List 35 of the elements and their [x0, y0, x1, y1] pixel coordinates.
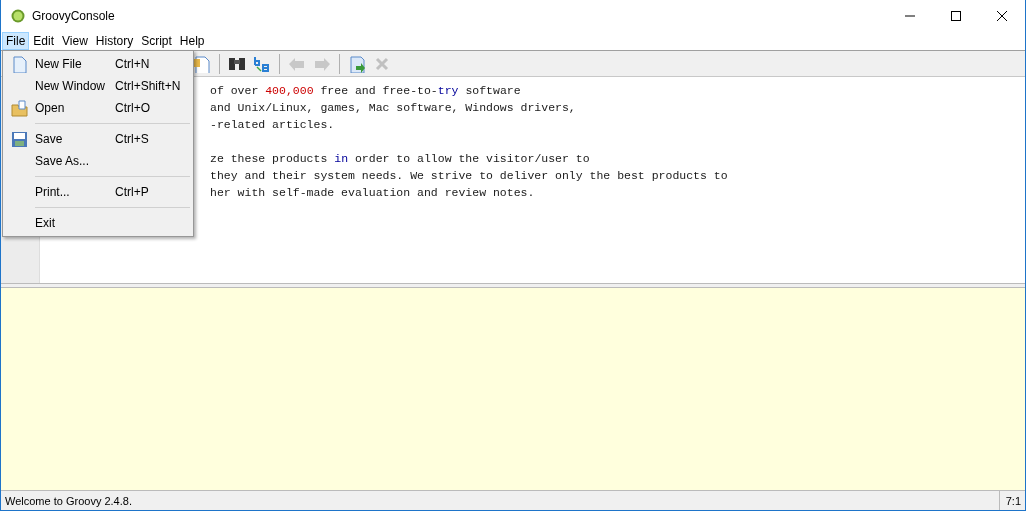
menu-item[interactable]: Exit: [3, 212, 193, 234]
code-line: they and their system needs. We strive to deliver only the best products to: [210, 169, 728, 182]
shortcut-label: Ctrl+S: [115, 132, 149, 146]
menu-item[interactable]: New File Ctrl+N: [3, 53, 193, 75]
menu-item[interactable]: New Window Ctrl+Shift+N: [3, 75, 193, 97]
code-line: her with self-made evaluation and review notes.: [210, 186, 535, 199]
menu-item[interactable]: Edit: [29, 32, 59, 50]
menu-item[interactable]: Save Ctrl+S: [3, 128, 193, 150]
shortcut-label: Ctrl+P: [115, 185, 149, 199]
shortcut-label: Ctrl+N: [115, 57, 150, 71]
status-message: Welcome to Groovy 2.4.8.: [4, 494, 133, 507]
cursor-position: 7:1: [998, 491, 1025, 510]
folder-icon: [10, 99, 28, 117]
window-title: GroovyConsole: [32, 9, 116, 23]
menu-item[interactable]: Script: [137, 32, 176, 50]
code-line: -related articles.: [210, 118, 335, 131]
code-line: ze these products in order to allow the visitor/user to: [210, 152, 590, 165]
close-icon: [997, 11, 1007, 21]
menu-item[interactable]: Save As...: [3, 150, 193, 172]
document-icon: [10, 55, 28, 73]
replace-icon: [253, 54, 271, 73]
app-logo-icon: [11, 9, 25, 23]
code-line: and Unix/Linux, games, Mac software, Windows drivers,: [210, 101, 576, 114]
menu-item[interactable]: Help: [175, 32, 209, 50]
maximize-icon: [951, 11, 961, 21]
script-arrow-icon: [348, 54, 366, 73]
code-line: of over 400,000 free and free-to-try software: [210, 84, 521, 97]
menu-item[interactable]: View: [58, 32, 92, 50]
menu-item[interactable]: Print... Ctrl+P: [3, 181, 193, 203]
shortcut-label: Ctrl+Shift+N: [115, 79, 181, 93]
shortcut-label: Ctrl+O: [115, 101, 150, 115]
menu-item[interactable]: Open Ctrl+O: [3, 97, 193, 119]
paste-icon: [193, 54, 211, 73]
menu-item[interactable]: File: [2, 32, 30, 50]
menu-item[interactable]: History: [91, 32, 138, 50]
